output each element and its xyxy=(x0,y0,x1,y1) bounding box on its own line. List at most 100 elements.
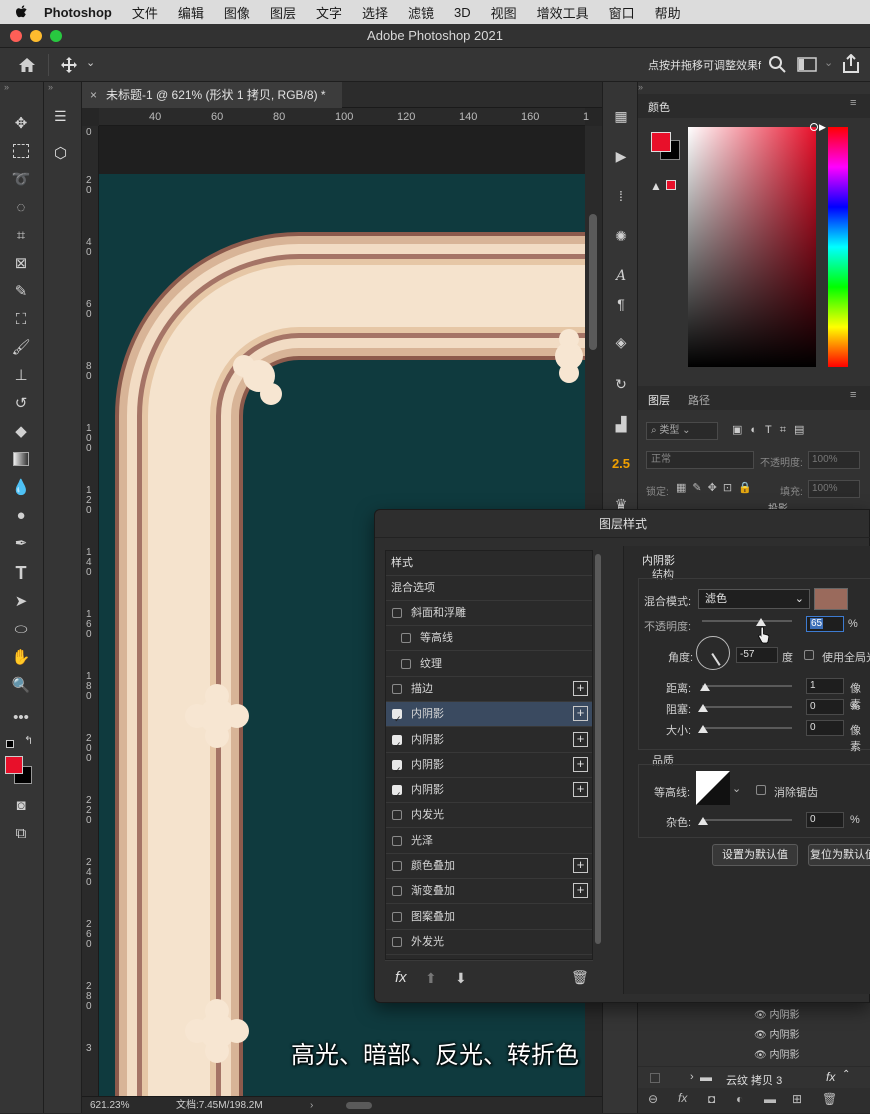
apple-icon[interactable] xyxy=(14,4,30,20)
distance-slider-knob[interactable] xyxy=(700,683,710,691)
gradient-tool-icon[interactable] xyxy=(10,448,32,470)
hue-marker-icon[interactable]: ▶ xyxy=(819,122,826,133)
add-style-icon[interactable]: + xyxy=(573,706,588,722)
layer-effect-row[interactable]: 👁 内阴影 xyxy=(754,1006,799,1021)
layer-comps-icon[interactable]: ◈ xyxy=(611,332,631,352)
adjustment-icon[interactable]: ◐ xyxy=(736,1092,743,1106)
fill-field[interactable]: 100% xyxy=(808,480,860,498)
chevron-up-icon[interactable]: ⌃ xyxy=(842,1069,850,1080)
menu-select[interactable]: 选择 xyxy=(362,3,388,22)
style-checkbox[interactable] xyxy=(392,886,402,897)
opacity-slider-knob[interactable] xyxy=(756,618,766,626)
foreground-color-swatch[interactable] xyxy=(5,756,23,774)
mask-icon[interactable]: ◘ xyxy=(708,1092,715,1106)
menu-help[interactable]: 帮助 xyxy=(655,3,681,22)
gamut-warning-icon[interactable]: ▲ xyxy=(650,179,662,193)
noise-slider-knob[interactable] xyxy=(698,817,708,825)
document-tab[interactable]: × 未标题-1 @ 621% (形状 1 拷贝, RGB/8) * xyxy=(82,82,342,108)
fx-icon[interactable]: fx xyxy=(395,969,407,986)
style-item[interactable]: 纹理 xyxy=(386,652,592,677)
crop-tool-icon[interactable]: ⌗ xyxy=(10,224,32,246)
menu-view[interactable]: 视图 xyxy=(491,3,517,22)
menu-file[interactable]: 文件 xyxy=(132,3,158,22)
eraser-tool-icon[interactable]: ◆ xyxy=(10,420,32,442)
fg-color-chip[interactable] xyxy=(651,132,671,152)
menu-plugins[interactable]: 增效工具 xyxy=(537,3,589,22)
style-item[interactable]: 内发光 xyxy=(386,803,592,829)
lock-icons[interactable]: ▦✎✥⊡🔒 xyxy=(676,481,758,494)
blend-mode-select[interactable]: 正常 xyxy=(646,451,754,469)
healing-tool-icon[interactable]: ⛶ xyxy=(10,308,32,330)
distance-slider[interactable] xyxy=(702,685,792,687)
path-select-tool-icon[interactable]: ➤ xyxy=(10,590,32,612)
layer-filter-select[interactable]: ⌕ 类型 ⌄ xyxy=(646,422,718,440)
lasso-tool-icon[interactable]: ➰ xyxy=(10,168,32,190)
style-checkbox[interactable] xyxy=(392,707,402,731)
style-item[interactable]: 内阴影 + xyxy=(386,778,592,807)
collapse-icon[interactable]: » xyxy=(48,82,53,92)
eye-icon[interactable]: 👁 xyxy=(754,1010,767,1021)
fx-icon[interactable]: fx xyxy=(826,1070,835,1084)
table-icon[interactable]: ▦ xyxy=(611,106,631,126)
tab-color[interactable]: 颜色 xyxy=(648,99,670,115)
menu-type[interactable]: 文字 xyxy=(316,3,342,22)
zoom-window-button[interactable] xyxy=(50,30,62,42)
play-icon[interactable]: ▶ xyxy=(611,146,631,166)
marquee-tool-icon[interactable] xyxy=(10,140,32,162)
close-window-button[interactable] xyxy=(10,30,22,42)
quick-mask-icon[interactable]: ◙ xyxy=(10,794,32,816)
menu-image[interactable]: 图像 xyxy=(224,3,250,22)
chevron-down-icon[interactable]: ⌄ xyxy=(86,56,95,69)
shadow-color-swatch[interactable] xyxy=(814,588,848,610)
style-checkbox[interactable] xyxy=(392,733,402,757)
horizontal-scroll-thumb[interactable] xyxy=(346,1102,372,1109)
home-icon[interactable] xyxy=(18,56,36,74)
adjust-properties-icon[interactable]: ☰ xyxy=(54,108,67,125)
ellipse-tool-icon[interactable]: ⬭ xyxy=(10,618,32,640)
styles-scrollbar[interactable] xyxy=(595,554,601,944)
swap-colors-icon[interactable]: ↰ xyxy=(24,734,33,747)
color-picker-marker[interactable] xyxy=(810,123,818,131)
chevron-right-icon[interactable]: › xyxy=(310,1097,313,1114)
pen-tool-icon[interactable]: ✒ xyxy=(10,532,32,554)
angle-field[interactable]: -57 xyxy=(736,647,778,663)
panel-menu-icon[interactable]: ≡ xyxy=(850,97,856,109)
glyphs-icon[interactable]: ▟ xyxy=(611,414,631,434)
menu-window[interactable]: 窗口 xyxy=(609,3,635,22)
add-style-icon[interactable]: + xyxy=(573,883,588,899)
screen-mode-icon[interactable]: ⧉ xyxy=(10,822,32,844)
visibility-toggle[interactable] xyxy=(650,1073,660,1083)
gamut-color-chip[interactable] xyxy=(666,180,676,190)
move-down-icon[interactable]: ⬇ xyxy=(455,970,467,987)
tab-paths[interactable]: 路径 xyxy=(688,392,710,408)
size-slider-knob[interactable] xyxy=(698,725,708,733)
zoom-tool-icon[interactable]: 🔍 xyxy=(10,674,32,696)
size-field[interactable]: 0 xyxy=(806,720,844,736)
styles-header[interactable]: 样式 xyxy=(386,551,592,576)
blending-options[interactable]: 混合选项 xyxy=(386,576,592,601)
style-item[interactable]: 光泽 xyxy=(386,829,592,854)
choke-field[interactable]: 0 xyxy=(806,699,844,715)
angle-dial[interactable] xyxy=(696,636,730,670)
panel-menu-icon[interactable]: ≡ xyxy=(850,389,856,401)
style-item[interactable]: 颜色叠加 + xyxy=(386,854,592,879)
style-checkbox[interactable] xyxy=(392,835,402,846)
style-checkbox[interactable] xyxy=(392,861,402,871)
layer-filter-icons[interactable]: ▣◐T⌗▤ xyxy=(732,423,812,437)
move-tool-icon[interactable] xyxy=(61,57,77,73)
antialias-checkbox[interactable] xyxy=(756,785,766,795)
global-light-checkbox[interactable] xyxy=(804,650,814,660)
share-icon[interactable] xyxy=(842,54,860,74)
blend-mode-select[interactable]: 滤色 ⌄ xyxy=(698,589,810,609)
history-icon[interactable]: ↻ xyxy=(611,374,631,394)
style-item[interactable]: 内阴影 + xyxy=(386,702,592,731)
layer-group-name[interactable]: 云纹 拷贝 3 xyxy=(726,1072,782,1088)
minimize-window-button[interactable] xyxy=(30,30,42,42)
reset-default-button[interactable]: 复位为默认值 xyxy=(808,844,870,866)
workspace-icon[interactable] xyxy=(797,57,817,72)
zoom-level[interactable]: 621.23% xyxy=(90,1097,129,1114)
opacity-field[interactable]: 65 xyxy=(806,616,844,632)
brush-settings-icon[interactable]: ⁞ xyxy=(611,186,631,206)
add-style-icon[interactable]: + xyxy=(573,782,588,798)
more-tools-icon[interactable]: ••• xyxy=(10,706,32,728)
